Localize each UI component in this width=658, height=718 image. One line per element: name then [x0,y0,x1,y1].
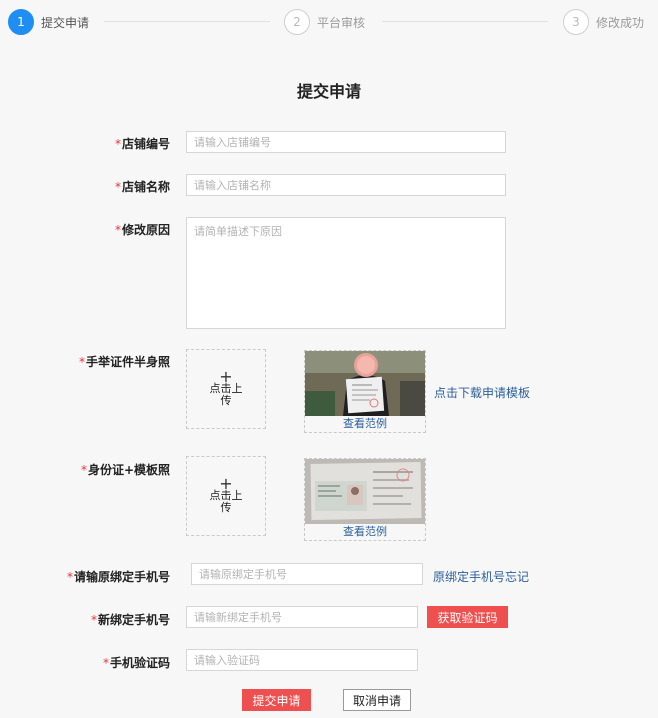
new-phone-label-text: 新绑定手机号 [97,613,170,627]
required-mark: * [66,570,73,584]
reason-textarea[interactable] [186,217,506,329]
required-mark: * [114,137,121,151]
handheld-sample-image [305,351,425,416]
required-mark: * [114,180,121,194]
shop-number-input[interactable] [186,131,506,153]
shop-name-label: *店铺名称 [115,178,170,195]
id-template-photo-label: *身份证+模板照 [81,461,170,478]
required-mark: * [80,463,87,477]
step-2-label: 平台审核 [317,15,366,30]
form-title: 提交申请 [296,82,361,101]
step-2: 2 平台审核 [284,9,365,35]
upload-text: 点击上传 [209,489,243,514]
sms-code-label-text: 手机验证码 [109,656,170,670]
step-2-number: 2 [284,9,310,35]
required-mark: * [102,656,109,670]
id-template-sample-image [305,459,425,524]
upload-text: 点击上传 [209,382,243,407]
new-phone-label: *新绑定手机号 [91,611,170,628]
id-template-photo-upload[interactable]: + 点击上传 [186,456,266,536]
handheld-photo-label: *手举证件半身照 [79,353,170,370]
view-sample-link[interactable]: 查看范例 [305,524,425,540]
shop-name-input[interactable] [186,174,506,196]
step-1-number: 1 [8,9,34,35]
sms-code-input[interactable] [186,649,418,671]
reason-label: *修改原因 [115,221,170,238]
step-3: 3 修改成功 [563,9,644,35]
step-1-label: 提交申请 [41,15,90,30]
shop-number-label: *店铺编号 [115,135,170,152]
step-divider [382,21,548,22]
step-indicator: 1 提交申请 2 平台审核 3 修改成功 [0,0,658,46]
cancel-button[interactable]: 取消申请 [343,689,411,711]
view-sample-link[interactable]: 查看范例 [305,416,425,432]
id-template-sample: 查看范例 [304,458,426,541]
submit-button[interactable]: 提交申请 [242,689,311,711]
required-mark: * [114,223,121,237]
sms-code-label: *手机验证码 [103,654,170,671]
step-divider [104,21,270,22]
get-code-button[interactable]: 获取验证码 [427,606,508,628]
required-mark: * [90,613,97,627]
reason-label-text: 修改原因 [121,223,170,237]
new-phone-input[interactable] [186,606,418,628]
required-mark: * [78,355,85,369]
step-1: 1 提交申请 [8,9,89,35]
download-template-link[interactable]: 点击下载申请模板 [434,384,530,401]
handheld-photo-label-text: 手举证件半身照 [85,355,170,369]
shop-number-label-text: 店铺编号 [121,137,170,151]
original-phone-input[interactable] [191,563,423,585]
handheld-photo-upload[interactable]: + 点击上传 [186,349,266,429]
step-3-label: 修改成功 [596,15,645,30]
step-3-number: 3 [563,9,589,35]
id-template-photo-label-text: 身份证+模板照 [87,463,170,477]
forgot-original-phone-link[interactable]: 原绑定手机号忘记 [433,568,529,585]
handheld-sample: 查看范例 [304,350,426,433]
original-phone-label: *请输原绑定手机号 [67,568,170,585]
shop-name-label-text: 店铺名称 [121,180,170,194]
original-phone-label-text: 请输原绑定手机号 [73,570,170,584]
